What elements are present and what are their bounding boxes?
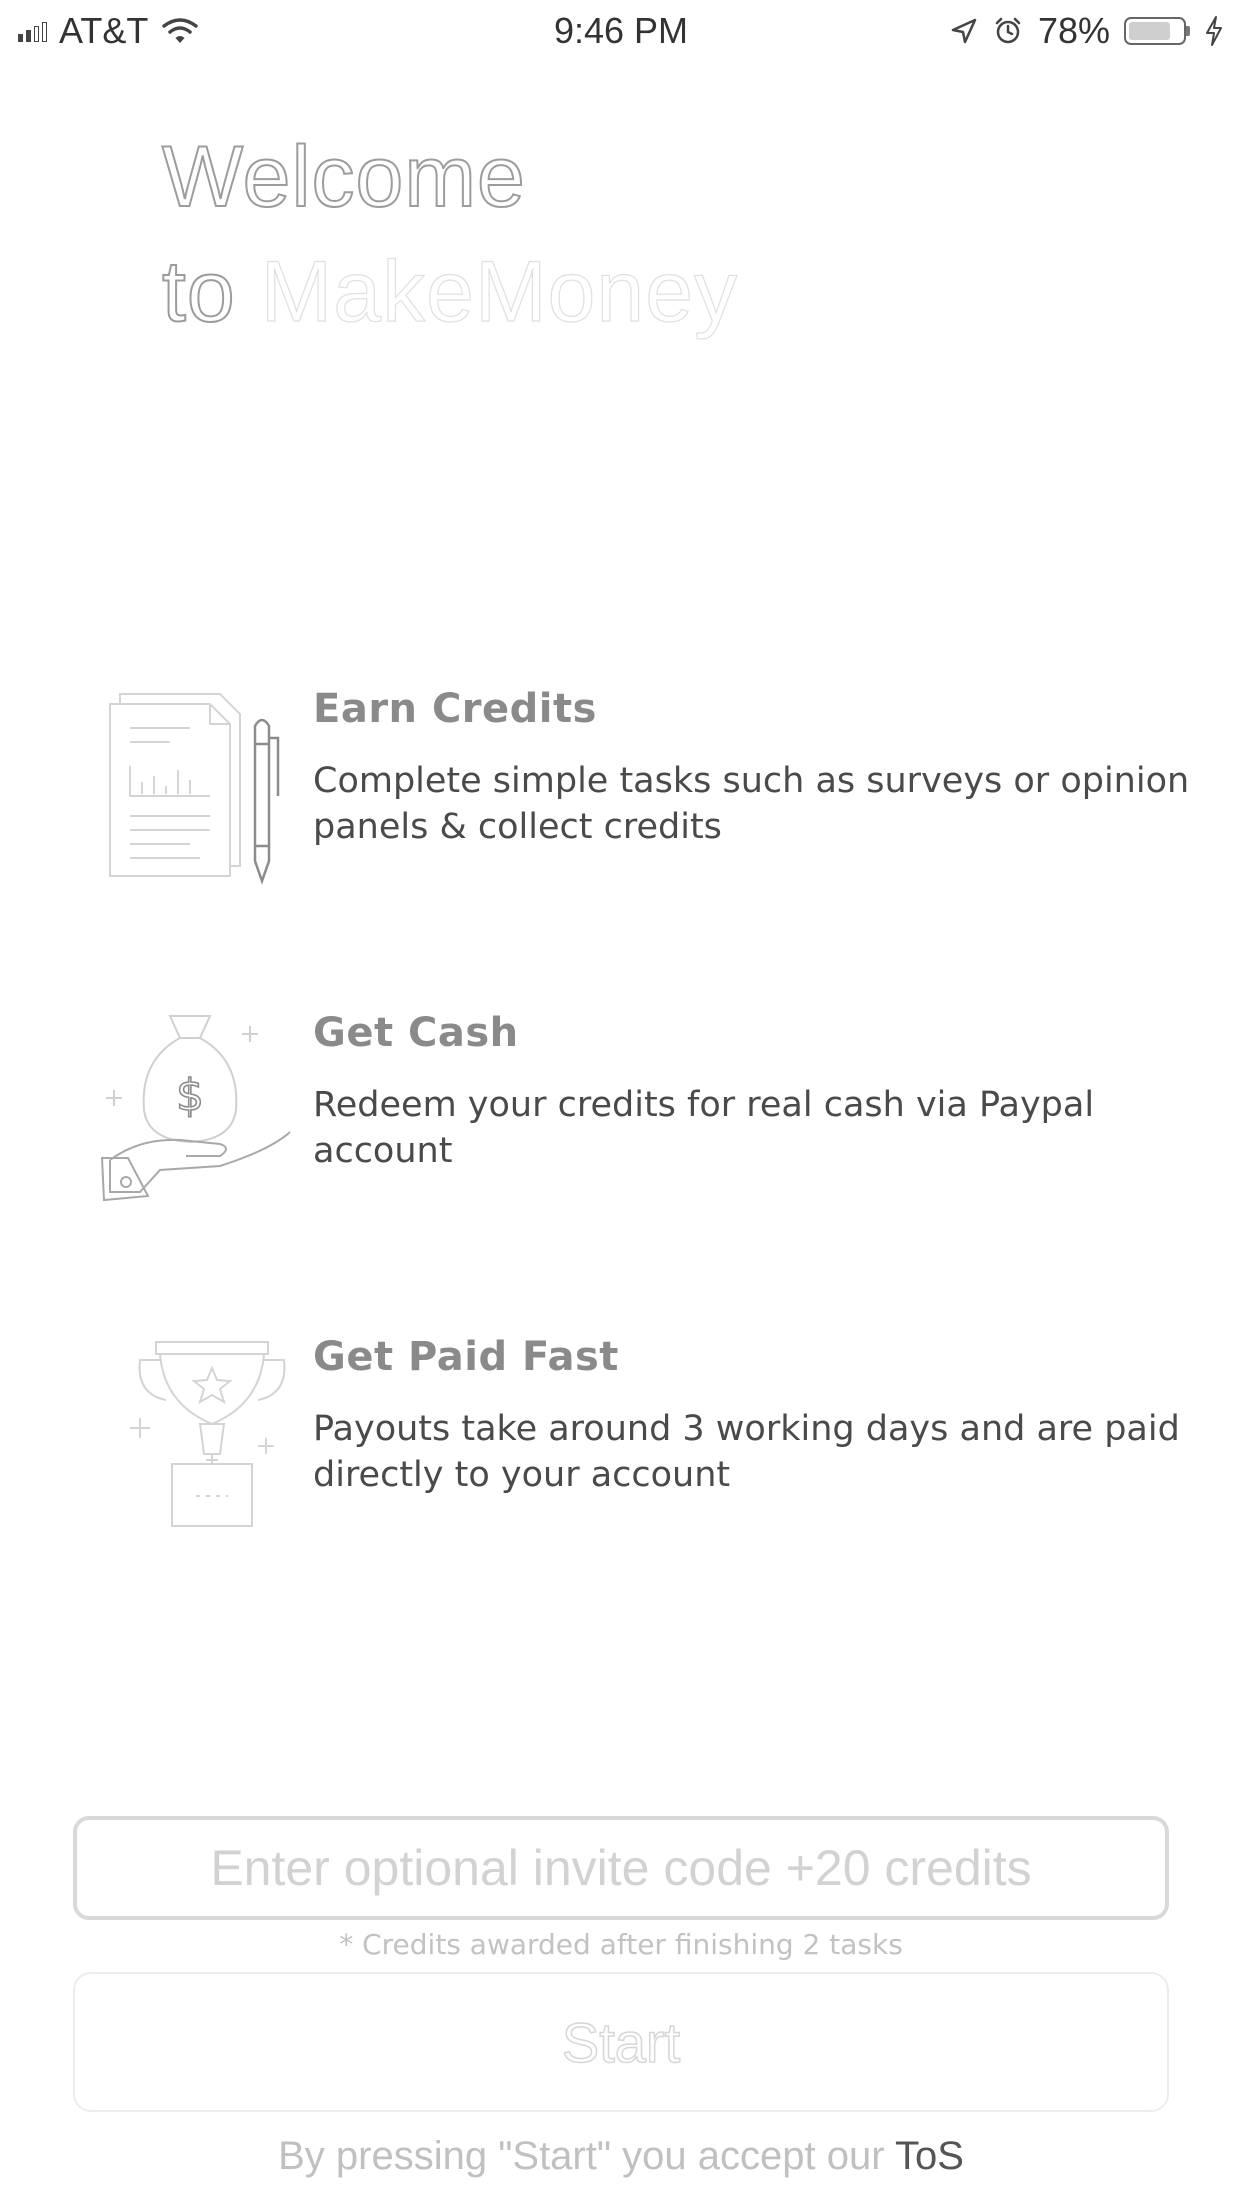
feature-title: Earn Credits [313,686,597,732]
start-button[interactable]: Start [73,1972,1169,2112]
tos-text: By pressing "Start" you accept our ToS [0,2134,1242,2179]
status-bar: AT&T 9:46 PM 78% [0,0,1242,62]
tos-prefix: By pressing "Start" you accept our [278,2134,895,2178]
feature-description: Payouts take around 3 working days and a… [313,1409,1180,1495]
trophy-icon [130,1341,286,1527]
battery-icon [1124,17,1190,45]
alarm-icon [995,17,1021,44]
brand-name: MakeMoney [260,243,739,340]
welcome-line-2: to MakeMoney [161,235,739,350]
feature-get-paid-fast: Get Paid Fast Payouts take around 3 work… [0,1334,1242,1534]
feature-earn-credits: Earn Credits Complete simple tasks such … [0,686,1242,886]
welcome-line-1: Welcome [161,128,526,226]
invite-code-input[interactable] [73,1816,1169,1920]
status-bar-right: 78% [950,10,1224,52]
feature-title: Get Paid Fast [313,1334,619,1380]
welcome-heading: Welcome to MakeMoney [161,120,739,350]
battery-percent: 78% [1037,10,1110,51]
charging-icon [1206,16,1222,46]
feature-description: Complete simple tasks such as surveys or… [313,761,1190,847]
invite-note: * Credits awarded after finishing 2 task… [339,1928,903,1961]
tos-link[interactable]: ToS [895,2134,964,2178]
svg-text:$: $ [176,1070,204,1121]
feature-description: Redeem your credits for real cash via Pa… [313,1085,1095,1171]
battery-outline [1124,17,1186,45]
welcome-screen: AT&T 9:46 PM 78% Welcome to MakeMoney Ea… [0,0,1242,2208]
feature-title: Get Cash [313,1010,519,1056]
welcome-to: to [161,243,236,341]
document-chart-pen-icon [109,693,280,885]
money-bag-hand-icon: $ [100,1015,291,1202]
battery-tip [1186,26,1190,36]
battery-fill [1129,22,1170,40]
location-icon [951,18,977,44]
feature-get-cash: $ Get Cash Redeem your credits for real … [0,1010,1242,1210]
